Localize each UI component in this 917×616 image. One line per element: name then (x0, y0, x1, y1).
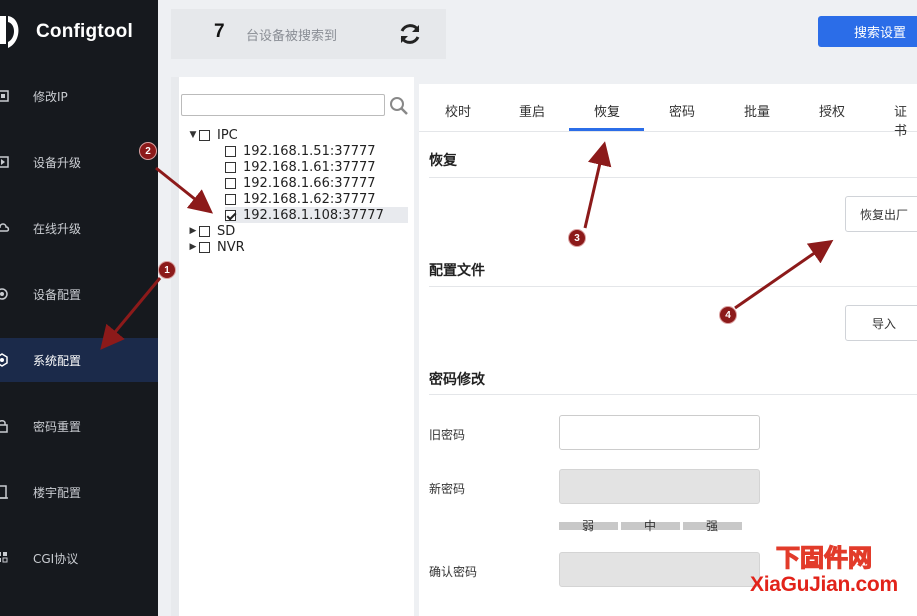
checkbox[interactable] (199, 241, 210, 253)
watermark-cn: 下固件网 (775, 543, 872, 572)
new-password-field[interactable] (559, 469, 760, 504)
annotation-marker-2: 2 (139, 142, 157, 160)
logo: Configtool (0, 14, 158, 50)
modify-ip-icon (0, 90, 9, 102)
password-section-title: 密码修改 (429, 372, 485, 388)
refresh-icon[interactable] (397, 21, 423, 47)
password-reset-icon (0, 420, 8, 433)
system-config-icon (0, 353, 8, 367)
confirm-password-field[interactable] (559, 552, 760, 587)
checkbox[interactable] (199, 129, 210, 141)
tree-group-sd[interactable]: ▶ SD (187, 223, 236, 239)
sidebar-item-device-upgrade[interactable]: 设备升级 (0, 140, 158, 184)
tree-device-item-selected[interactable]: 192.168.1.108:37777 (225, 207, 408, 223)
sidebar-item-label: 在线升级 (33, 221, 82, 236)
annotation-marker-4: 4 (719, 306, 737, 324)
tree-device-label: 192.168.1.62:37777 (243, 191, 376, 207)
sidebar-item-label: 系统配置 (33, 353, 82, 368)
device-search-summary: 7 台设备被搜索到 (171, 9, 446, 59)
tab-time-sync[interactable]: 校时 (445, 101, 471, 120)
config-panel: 校时 重启 恢复 密码 批量 授权 证书 恢复 恢复出厂 配置文件 导入 密码修… (419, 84, 917, 616)
sidebar-item-online-upgrade[interactable]: 在线升级 (0, 206, 158, 250)
sidebar-item-label: 修改IP (33, 89, 68, 104)
confirm-password-label: 确认密码 (429, 565, 478, 579)
sidebar-item-device-config[interactable]: 设备配置 (0, 272, 158, 316)
tree-device-item[interactable]: 192.168.1.61:37777 (225, 159, 376, 175)
tree-search-input[interactable] (181, 94, 385, 116)
watermark-en: XiaGuJian.com (750, 573, 898, 596)
logo-mark-icon (0, 16, 19, 48)
old-password-field[interactable] (559, 415, 760, 450)
divider (429, 394, 917, 395)
config-file-section-title: 配置文件 (429, 263, 485, 279)
annotation-marker-1: 1 (158, 261, 176, 279)
tree-group-label: NVR (217, 239, 245, 255)
device-count-text: 台设备被搜索到 (246, 29, 338, 44)
factory-reset-button[interactable]: 恢复出厂 (845, 196, 917, 232)
sidebar-item-modify-ip[interactable]: 修改IP (0, 74, 158, 118)
device-count: 7 (214, 21, 225, 42)
old-password-label: 旧密码 (429, 428, 466, 442)
search-settings-button[interactable]: 搜索设置 (818, 16, 917, 47)
sidebar-item-password-reset[interactable]: 密码重置 (0, 404, 158, 448)
caret-right-icon[interactable]: ▶ (187, 242, 199, 252)
tree-device-label: 192.168.1.51:37777 (243, 143, 376, 159)
new-password-label: 新密码 (429, 482, 466, 496)
building-config-icon (0, 485, 8, 499)
tree-device-label: 192.168.1.108:37777 (243, 207, 384, 223)
device-tree-panel: ▼ IPC 192.168.1.51:37777 192.168.1.61:37… (171, 77, 414, 616)
tab-authorization[interactable]: 授权 (819, 101, 845, 120)
caret-right-icon[interactable]: ▶ (187, 226, 199, 236)
tab-password[interactable]: 密码 (669, 101, 695, 120)
config-tabs: 校时 重启 恢复 密码 批量 授权 证书 (419, 84, 917, 139)
active-tab-indicator (569, 128, 644, 131)
annotation-marker-3: 3 (568, 229, 586, 247)
tree-device-item[interactable]: 192.168.1.66:37777 (225, 175, 376, 191)
cgi-protocol-icon (0, 552, 8, 563)
sidebar-item-label: CGI协议 (33, 551, 79, 566)
strength-label-strong: 强 (706, 519, 719, 533)
sidebar-item-system-config[interactable]: 系统配置 (0, 338, 158, 382)
app-title: Configtool (36, 21, 133, 42)
tab-reboot[interactable]: 重启 (519, 101, 545, 120)
checkbox[interactable] (225, 177, 236, 189)
checkbox[interactable] (225, 193, 236, 205)
strength-label-medium: 中 (644, 519, 657, 533)
sidebar-item-label: 设备配置 (33, 287, 82, 302)
search-icon[interactable] (389, 96, 409, 116)
device-config-icon (0, 288, 8, 300)
tab-batch[interactable]: 批量 (744, 101, 770, 120)
strength-label-weak: 弱 (582, 519, 595, 533)
tree-group-label: SD (217, 223, 236, 239)
sidebar-item-label: 设备升级 (33, 155, 82, 170)
device-upgrade-icon (0, 156, 9, 168)
restore-section-title: 恢复 (429, 153, 457, 169)
checkbox[interactable] (225, 145, 236, 157)
checkbox[interactable] (199, 225, 210, 237)
sidebar-item-cgi-protocol[interactable]: CGI协议 (0, 536, 158, 580)
tree-group-label: IPC (217, 127, 238, 143)
tree-device-item[interactable]: 192.168.1.51:37777 (225, 143, 376, 159)
tree-group-nvr[interactable]: ▶ NVR (187, 239, 245, 255)
sidebar-item-label: 楼宇配置 (33, 485, 82, 500)
tree-group-ipc[interactable]: ▼ IPC (187, 127, 238, 143)
sidebar-item-label: 密码重置 (33, 419, 82, 434)
sidebar-item-building-config[interactable]: 楼宇配置 (0, 470, 158, 514)
caret-down-icon[interactable]: ▼ (187, 130, 199, 140)
divider (429, 177, 917, 178)
divider (429, 286, 917, 287)
tree-device-item[interactable]: 192.168.1.62:37777 (225, 191, 376, 207)
checkbox-checked[interactable] (225, 209, 236, 221)
tab-restore[interactable]: 恢复 (594, 101, 620, 120)
tree-device-label: 192.168.1.66:37777 (243, 175, 376, 191)
import-button[interactable]: 导入 (845, 305, 917, 341)
checkbox[interactable] (225, 161, 236, 173)
tab-certificate[interactable]: 证书 (894, 101, 917, 139)
tree-device-label: 192.168.1.61:37777 (243, 159, 376, 175)
online-upgrade-icon (0, 223, 10, 232)
sidebar: Configtool 修改IP 设备升级 在线升级 设备配置 系统配置 密码重置… (0, 0, 158, 616)
